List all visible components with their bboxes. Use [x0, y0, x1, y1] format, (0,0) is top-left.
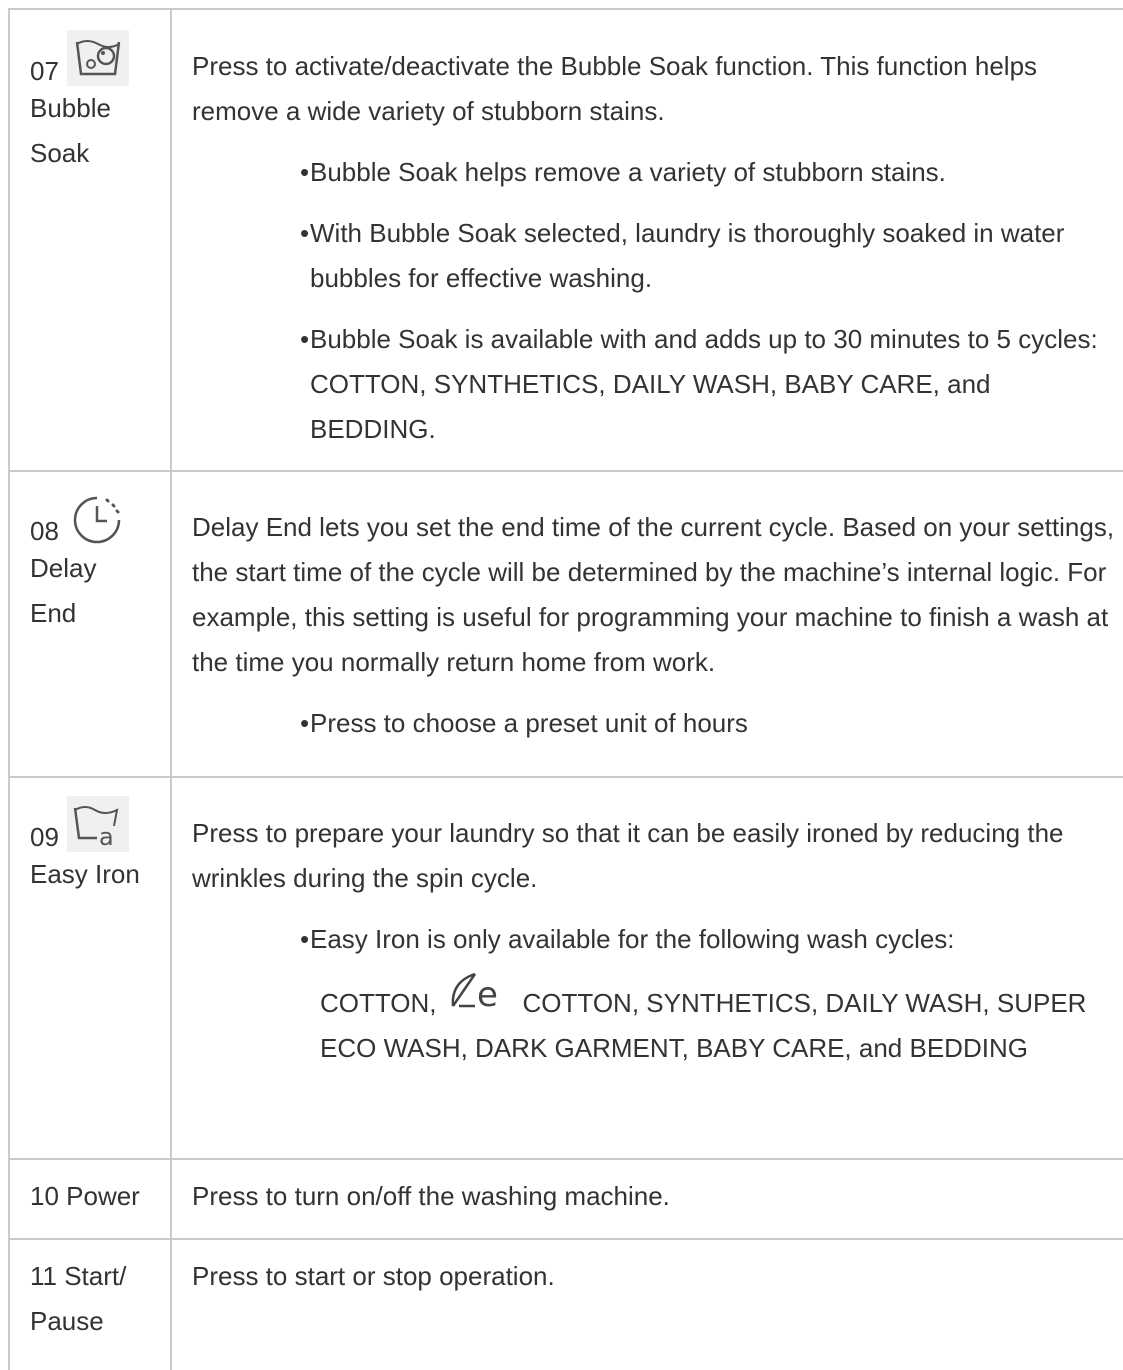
table-row: 11 Start/ Pause Press to start or stop o…	[8, 1238, 1123, 1370]
delay-end-clock-icon	[66, 490, 129, 546]
bullet-item: • Easy Iron is only available for the fol…	[300, 924, 955, 954]
control-description: Press to turn on/off the washing machine…	[192, 1181, 670, 1211]
svg-text:e: e	[477, 975, 498, 1015]
control-description: Press to activate/deactivate the Bubble …	[192, 51, 1038, 126]
bullet-item: • Press to choose a preset unit of hours	[300, 708, 748, 738]
control-description: Delay End lets you set the end time of t…	[192, 512, 1115, 677]
bubble-soak-icon	[66, 30, 129, 86]
controls-table: 07 Bubble Soak Press to activate/deactiv…	[8, 8, 1123, 1370]
control-name: 11 Start/	[30, 1261, 127, 1291]
bullet-item: • With Bubble Soak selected, laundry is t…	[300, 218, 1065, 293]
control-name: Soak	[30, 138, 90, 168]
cycles-list: COTTON, e COTTON, SYNTHETICS, DAILY WASH, …	[192, 966, 1119, 1071]
easy-iron-icon: a	[66, 796, 129, 852]
table-row: 07 Bubble Soak Press to activate/deactiv…	[8, 8, 1123, 470]
control-description-cell: Press to prepare your laundry so that it…	[172, 778, 1123, 1158]
control-label-cell: 09 a Easy Iron	[8, 778, 172, 1158]
control-name: Easy Iron	[30, 859, 140, 889]
control-name: Bubble	[30, 93, 111, 123]
control-number: 08	[30, 516, 59, 546]
control-number: 09	[30, 822, 59, 852]
control-description: Press to prepare your laundry so that it…	[192, 818, 1064, 893]
svg-text:a: a	[99, 823, 114, 851]
table-row: 08 Delay End Delay End lets you set the …	[8, 470, 1123, 776]
control-label-cell: 08 Delay End	[8, 472, 172, 776]
control-description-cell: Press to start or stop operation.	[172, 1240, 1123, 1370]
control-name: Delay	[30, 553, 97, 583]
control-description-cell: Press to activate/deactivate the Bubble …	[172, 10, 1123, 470]
control-label-cell: 10 Power	[8, 1160, 172, 1238]
table-row: 10 Power Press to turn on/off the washin…	[8, 1158, 1123, 1238]
eco-cotton-icon: e	[445, 966, 515, 1016]
control-description: Press to start or stop operation.	[192, 1261, 555, 1291]
bullet-item: • Bubble Soak is available with and adds …	[300, 324, 1098, 444]
control-name: End	[30, 598, 77, 628]
control-description-cell: Press to turn on/off the washing machine…	[172, 1160, 1123, 1238]
control-description-cell: Delay End lets you set the end time of t…	[172, 472, 1123, 776]
control-number: 07	[30, 56, 59, 86]
control-name: Pause	[30, 1306, 104, 1336]
control-name: 10 Power	[30, 1181, 140, 1211]
bullet-item: • Bubble Soak helps remove a variety of s…	[300, 157, 946, 187]
control-label-cell: 07 Bubble Soak	[8, 10, 172, 470]
table-row: 09 a Easy Iron Press to prepare your lau…	[8, 776, 1123, 1158]
control-label-cell: 11 Start/ Pause	[8, 1240, 172, 1370]
